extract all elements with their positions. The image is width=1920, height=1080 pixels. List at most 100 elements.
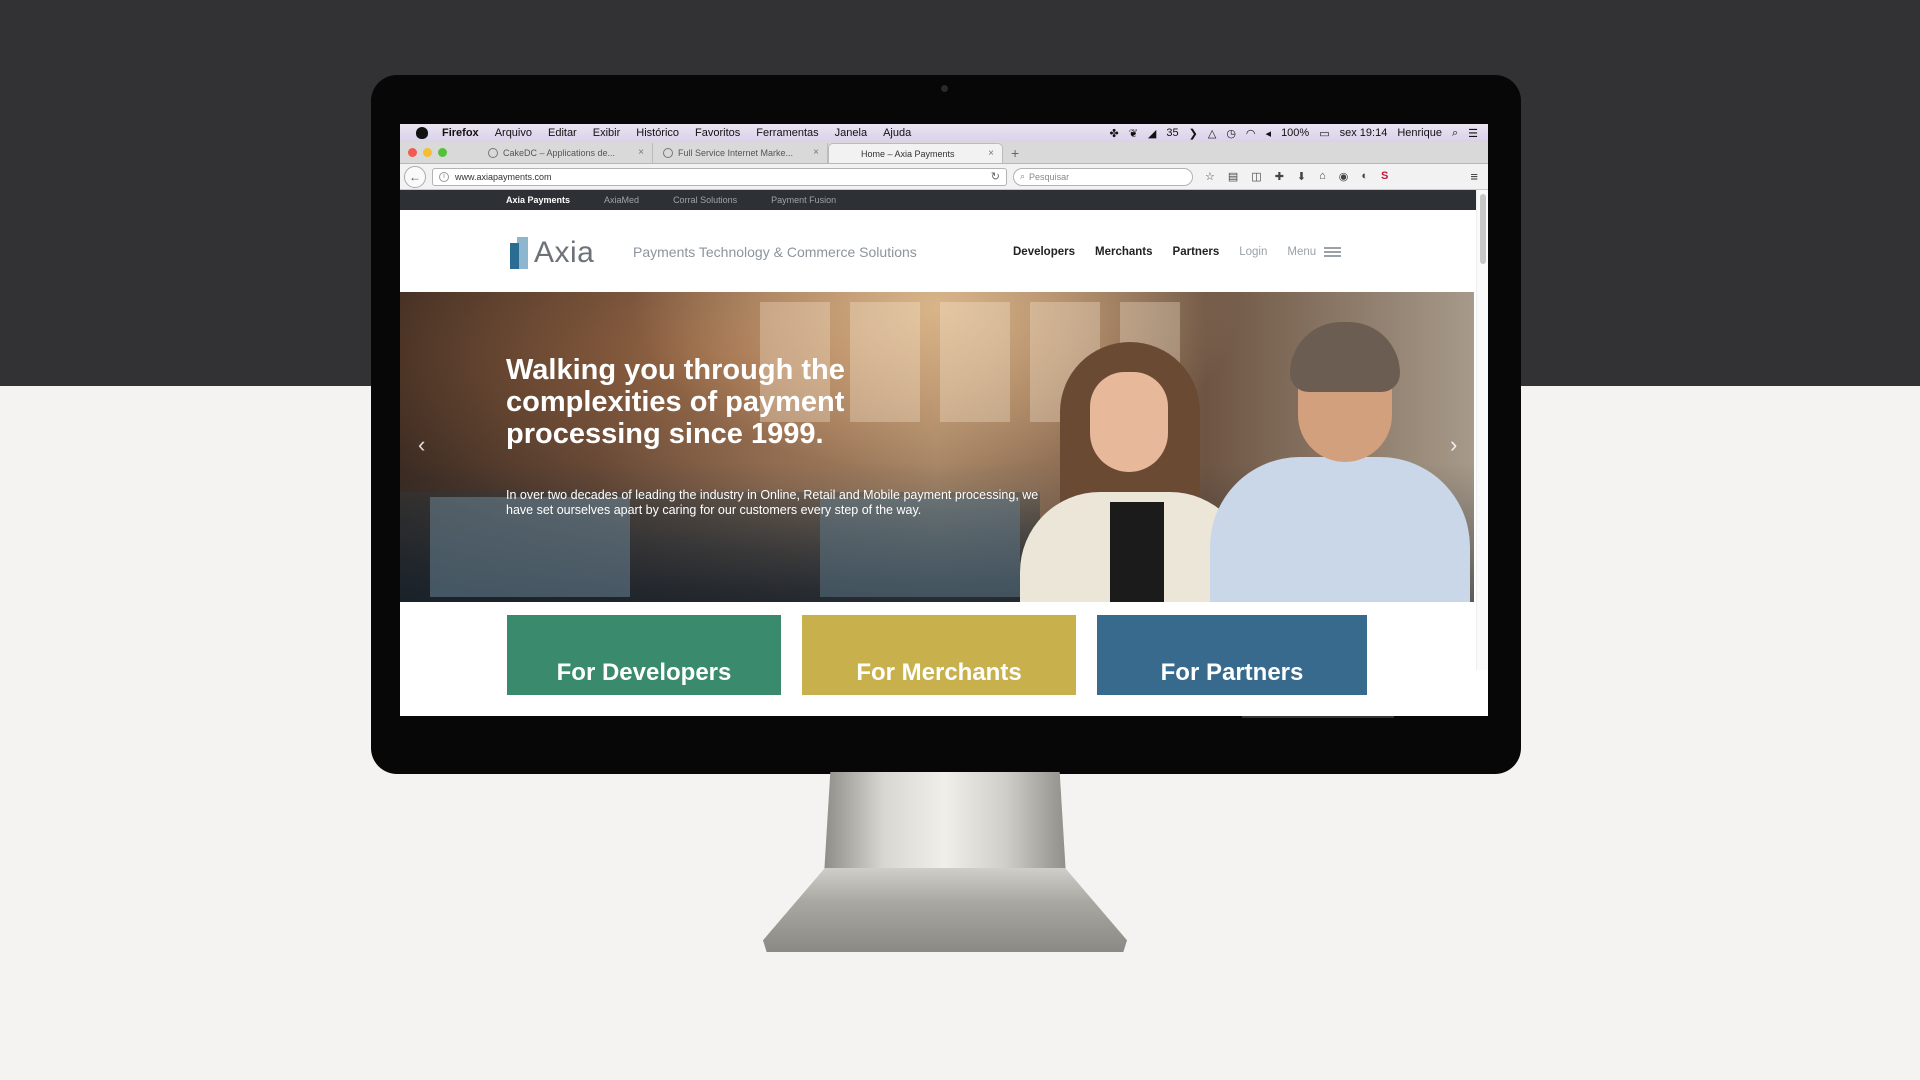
apple-icon[interactable] [416,127,428,139]
menu-burger-icon[interactable] [1324,247,1342,257]
screen-edge-mark [1242,716,1394,718]
dropbox-icon[interactable]: ✤ [1109,127,1118,140]
window-controls [408,148,447,157]
card-title: For Merchants [856,659,1022,686]
status-count: 35 [1166,127,1179,139]
time-machine-icon[interactable]: ◷ [1226,127,1236,140]
bookmarks-menu-icon[interactable]: ▤ [1228,170,1238,183]
brand-link-corral[interactable]: Corral Solutions [673,195,737,205]
close-tab-icon[interactable]: × [813,147,819,158]
addon-icon[interactable]: ◐ [1361,170,1368,183]
monitor-stand-base [763,868,1127,952]
zoom-window-icon[interactable] [438,148,447,157]
nav-menu[interactable]: Menu [1287,246,1316,258]
toolbar-icons: ☆ ▤ ◫ ✚ ⬇ ⌂ ◉ ◐ S [1205,170,1388,183]
screen: Firefox Arquivo Editar Exibir Histórico … [400,124,1488,716]
menu-arquivo[interactable]: Arquivo [495,127,532,139]
menu-janela[interactable]: Janela [835,127,867,139]
open-menu-icon[interactable]: ≡ [1470,169,1478,184]
close-tab-icon[interactable]: × [638,147,644,158]
spotlight-search-icon[interactable]: ⌕ [1452,127,1458,140]
carousel-next-icon[interactable]: › [1450,432,1457,458]
chevron-icon[interactable]: ❯ [1189,127,1198,140]
nav-merchants[interactable]: Merchants [1095,246,1153,258]
notification-list-icon[interactable]: ☰ [1468,127,1478,140]
menu-historico[interactable]: Histórico [636,127,679,139]
menu-app-firefox[interactable]: Firefox [442,127,479,139]
minimize-window-icon[interactable] [423,148,432,157]
audience-cards: For Developers For Merchants For Partner… [400,602,1474,695]
pocket-icon[interactable]: ◫ [1251,170,1261,183]
camera-dot [941,85,948,92]
chat-icon[interactable]: ◉ [1339,170,1349,183]
card-for-developers[interactable]: For Developers [507,615,781,695]
battery-percent: 100% [1281,127,1310,139]
logo-text: Axia [534,236,595,269]
tab-label: CakeDC – Applications de... [503,148,616,158]
close-window-icon[interactable] [408,148,417,157]
mac-menubar: Firefox Arquivo Editar Exibir Histórico … [400,124,1488,142]
evernote-icon[interactable]: ❦ [1129,127,1138,140]
agency-favicon-icon [663,148,673,158]
menu-ferramentas[interactable]: Ferramentas [756,127,818,139]
hero-title: Walking you through the complexities of … [506,354,845,450]
axia-logo[interactable]: Axia [510,236,594,270]
brand-strip: Axia Payments AxiaMed Corral Solutions P… [400,190,1488,210]
adobe-icon[interactable]: ◢ [1148,127,1156,140]
drive-icon[interactable]: △ [1208,127,1216,140]
nav-login[interactable]: Login [1239,246,1267,258]
home-icon[interactable]: ⌂ [1319,170,1326,183]
site-info-icon[interactable]: i [439,171,449,182]
brand-link-axiamed[interactable]: AxiaMed [604,195,639,205]
menu-editar[interactable]: Editar [548,127,577,139]
menubar-status-area: ✤ ❦ ◢ 35 ❯ △ ◷ ◠ ◂ 100% ▭ sex 19:14 Henr… [1109,127,1478,140]
search-placeholder: Pesquisar [1029,171,1070,182]
close-tab-icon[interactable]: × [988,148,994,159]
carousel-prev-icon[interactable]: ‹ [418,432,425,458]
battery-icon[interactable]: ▭ [1319,127,1329,140]
url-bar[interactable]: i www.axiapayments.com ↻ [432,167,1007,186]
hero-man-photo [1210,322,1470,602]
site-header: Axia Payments Technology & Commerce Solu… [400,210,1488,292]
s-addon-icon[interactable]: S [1381,170,1388,183]
navigation-toolbar: ← i www.axiapayments.com ↻ ⌕ Pesquisar ☆… [400,164,1488,190]
page-scrollbar-thumb[interactable] [1480,194,1486,264]
back-button[interactable]: ← [404,165,426,188]
search-icon: ⌕ [1020,171,1026,181]
main-nav: Developers Merchants Partners Login Menu [1013,246,1342,258]
menu-exibir[interactable]: Exibir [593,127,621,139]
wifi-icon[interactable]: ◠ [1246,127,1256,140]
nav-developers[interactable]: Developers [1013,246,1075,258]
menu-favoritos[interactable]: Favoritos [695,127,740,139]
extension-icon[interactable]: ✚ [1275,170,1284,183]
user-name[interactable]: Henrique [1397,127,1442,139]
tabs: CakeDC – Applications de... × Full Servi… [478,143,1003,163]
menu-ajuda[interactable]: Ajuda [883,127,911,139]
new-tab-button[interactable]: + [1011,145,1019,161]
reload-icon[interactable]: ↻ [991,170,1000,183]
download-icon[interactable]: ⬇ [1297,170,1306,183]
volume-icon[interactable]: ◂ [1266,127,1272,140]
bookmark-star-icon[interactable]: ☆ [1205,170,1215,183]
brand-link-payment-fusion[interactable]: Payment Fusion [771,195,836,205]
search-input[interactable]: ⌕ Pesquisar [1013,167,1193,186]
tab-axia-home[interactable]: Home – Axia Payments × [828,143,1003,163]
axia-logo-mark-icon [510,237,528,269]
tab-label: Full Service Internet Marke... [678,148,794,158]
tab-label: Home – Axia Payments [861,148,955,159]
card-title: For Developers [556,659,732,686]
url-text[interactable]: www.axiapayments.com [455,172,552,182]
cakedc-favicon-icon [488,148,498,158]
tab-full-service[interactable]: Full Service Internet Marke... × [653,143,828,163]
hero-carousel: Walking you through the complexities of … [400,292,1474,602]
card-for-merchants[interactable]: For Merchants [802,615,1076,695]
tab-cakedc[interactable]: CakeDC – Applications de... × [478,143,653,163]
page-viewport: Axia Payments AxiaMed Corral Solutions P… [400,190,1488,695]
clock[interactable]: sex 19:14 [1340,127,1388,139]
card-for-partners[interactable]: For Partners [1097,615,1367,695]
card-title: For Partners [1160,659,1304,686]
hero-text: In over two decades of leading the indus… [506,488,1039,517]
tab-bar: CakeDC – Applications de... × Full Servi… [400,142,1488,164]
brand-link-axia-payments[interactable]: Axia Payments [506,195,570,205]
nav-partners[interactable]: Partners [1173,246,1220,258]
